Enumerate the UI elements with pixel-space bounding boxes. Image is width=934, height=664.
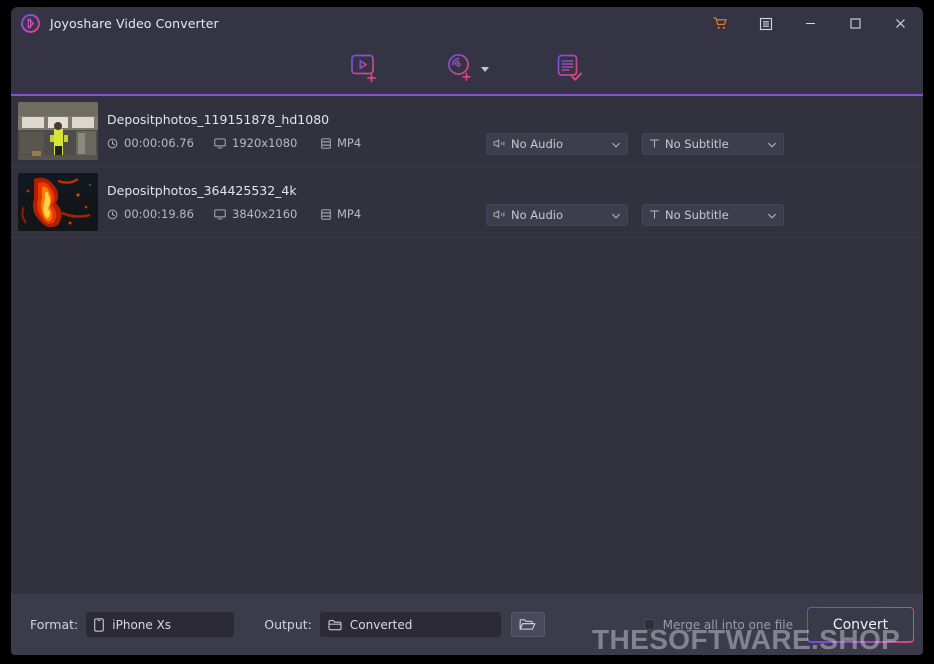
monitor-icon xyxy=(214,209,226,220)
video-thumbnail xyxy=(18,102,98,160)
subtitle-track-value: No Subtitle xyxy=(665,137,729,151)
task-list-button[interactable] xyxy=(551,45,588,89)
chevron-down-icon[interactable] xyxy=(611,139,621,149)
convert-button-label: Convert xyxy=(808,608,913,642)
file-resolution-value: 1920x1080 xyxy=(232,136,297,150)
row-selects: No Audio No Subtitle xyxy=(486,133,784,155)
file-format: MP4 xyxy=(321,207,361,221)
subtitle-track-select[interactable]: No Subtitle xyxy=(642,204,784,226)
file-duration: 00:00:06.76 xyxy=(107,136,214,150)
file-meta: 00:00:06.76 1920x1080 xyxy=(107,136,482,150)
file-meta: 00:00:19.86 3840x2160 xyxy=(107,207,482,221)
browse-folder-button[interactable] xyxy=(511,612,545,637)
chevron-down-icon[interactable] xyxy=(767,210,777,220)
chevron-down-icon[interactable] xyxy=(611,210,621,220)
subtitle-track-select[interactable]: No Subtitle xyxy=(642,133,784,155)
file-name: Depositphotos_364425532_4k xyxy=(107,183,482,198)
window-controls xyxy=(698,7,923,40)
merge-checkbox[interactable] xyxy=(644,619,655,630)
film-icon xyxy=(321,138,331,149)
convert-button[interactable]: Convert xyxy=(807,607,914,643)
audio-track-value: No Audio xyxy=(511,208,563,222)
application-window: Joyoshare Video Converter xyxy=(11,7,923,655)
file-resolution-value: 3840x2160 xyxy=(232,207,297,221)
format-select[interactable]: iPhone Xs xyxy=(86,612,234,637)
file-info: Depositphotos_364425532_4k 00:00:19.86 xyxy=(107,183,482,221)
clock-icon xyxy=(107,209,118,220)
chevron-down-icon[interactable] xyxy=(767,139,777,149)
minimize-icon[interactable] xyxy=(788,7,833,40)
add-video-button[interactable] xyxy=(346,45,383,89)
bottom-bar: Format: iPhone Xs Output: Converted xyxy=(11,594,923,655)
subtitle-track-value: No Subtitle xyxy=(665,208,729,222)
format-value: iPhone Xs xyxy=(112,618,171,632)
file-format: MP4 xyxy=(321,136,361,150)
clock-icon xyxy=(107,138,118,149)
subtitle-t-icon xyxy=(649,138,660,149)
speaker-icon xyxy=(493,209,506,220)
merge-all-option[interactable]: Merge all into one file xyxy=(644,618,793,632)
file-resolution: 1920x1080 xyxy=(214,136,321,150)
file-format-value: MP4 xyxy=(337,136,361,150)
table-row[interactable]: Depositphotos_119151878_hd1080 00:00:06.… xyxy=(11,96,923,167)
file-format-value: MP4 xyxy=(337,207,361,221)
shopping-cart-icon[interactable] xyxy=(698,7,743,40)
maximize-icon[interactable] xyxy=(833,7,878,40)
film-icon xyxy=(321,209,331,220)
window-title: Joyoshare Video Converter xyxy=(50,16,219,31)
file-duration-value: 00:00:19.86 xyxy=(124,207,194,221)
subtitle-t-icon xyxy=(649,209,660,220)
speaker-icon xyxy=(493,138,506,149)
add-video-icon xyxy=(349,52,380,83)
menu-icon[interactable] xyxy=(743,7,788,40)
output-folder-field[interactable]: Converted xyxy=(320,612,501,637)
format-label: Format: xyxy=(30,617,78,632)
video-thumbnail xyxy=(18,173,98,231)
folder-icon xyxy=(328,619,342,631)
file-duration: 00:00:19.86 xyxy=(107,207,214,221)
merge-label: Merge all into one file xyxy=(663,618,793,632)
file-info: Depositphotos_119151878_hd1080 00:00:06.… xyxy=(107,112,482,150)
file-resolution: 3840x2160 xyxy=(214,207,321,221)
add-disc-icon xyxy=(445,52,476,83)
add-disc-button[interactable] xyxy=(442,45,492,89)
file-duration-value: 00:00:06.76 xyxy=(124,136,194,150)
table-row[interactable]: Depositphotos_364425532_4k 00:00:19.86 xyxy=(11,167,923,238)
audio-track-select[interactable]: No Audio xyxy=(486,133,628,155)
output-value: Converted xyxy=(350,618,412,632)
chevron-down-icon[interactable] xyxy=(481,67,489,72)
joyoshare-logo-icon xyxy=(21,14,40,33)
main-toolbar xyxy=(11,40,923,96)
folder-open-icon xyxy=(519,618,536,632)
task-list-check-icon xyxy=(554,52,585,83)
audio-track-value: No Audio xyxy=(511,137,563,151)
title-bar: Joyoshare Video Converter xyxy=(11,7,923,40)
file-list[interactable]: Depositphotos_119151878_hd1080 00:00:06.… xyxy=(11,96,923,594)
monitor-icon xyxy=(214,138,226,149)
close-icon[interactable] xyxy=(878,7,923,40)
phone-icon xyxy=(94,618,104,632)
output-label: Output: xyxy=(264,617,312,632)
row-selects: No Audio No Subtitle xyxy=(486,204,784,226)
audio-track-select[interactable]: No Audio xyxy=(486,204,628,226)
file-name: Depositphotos_119151878_hd1080 xyxy=(107,112,482,127)
